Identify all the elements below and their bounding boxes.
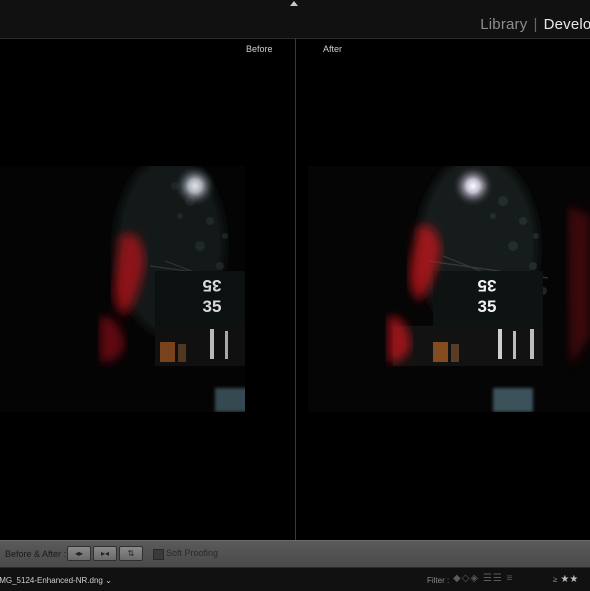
soft-proofing-label: Soft Proofing [166, 548, 219, 558]
filmstrip-bar: IMG_5124-Enhanced-NR.dng ⌄ Filter : ◆◇◈ … [0, 567, 590, 591]
swap-icon: ⇅ [127, 549, 135, 558]
before-photo-image: 35 35 [0, 166, 245, 412]
before-after-divider [295, 39, 296, 540]
module-picker: Library | Develop [480, 16, 590, 33]
chevron-down-icon: ⌄ [105, 576, 112, 585]
before-label: Before [246, 44, 273, 54]
filename-text: IMG_5124-Enhanced-NR.dng [0, 576, 103, 585]
swap-before-after-button[interactable]: ⇅ [119, 546, 143, 561]
soft-proofing-checkbox[interactable] [153, 549, 164, 560]
after-sign-number-top: 35 [478, 276, 497, 295]
module-library[interactable]: Library [480, 16, 527, 33]
filter-label: Filter : [427, 576, 450, 585]
before-after-label: Before & After : [5, 549, 67, 559]
after-photo-image: 35 35 [308, 166, 590, 412]
copy-before-to-after-button[interactable]: ◂▸ [67, 546, 91, 561]
collapse-top-panel-arrow-icon[interactable] [290, 1, 298, 6]
arrow-left-icon: ◂▸ [74, 549, 84, 558]
module-develop[interactable]: Develop [544, 16, 590, 33]
copy-after-to-before-button[interactable]: ▸◂ [93, 546, 117, 561]
after-sign-number-bottom: 35 [478, 297, 497, 316]
filter-flag-icons[interactable]: ◆◇◈ ☰☰ ≡ [453, 573, 513, 584]
before-photo[interactable]: 35 35 [0, 166, 245, 412]
module-separator: | [533, 16, 538, 33]
after-label: After [323, 44, 343, 54]
arrow-right-icon: ▸◂ [100, 549, 110, 558]
after-photo[interactable]: 35 35 [308, 166, 590, 412]
module-picker-bar: Library | Develop [0, 0, 590, 39]
star-icon: ★★ [560, 574, 579, 585]
toolbar: Before & After : ◂▸ ▸◂ ⇅ Soft Proofing [0, 540, 590, 567]
rating-filter[interactable]: ≥ ★★ [553, 574, 578, 585]
rating-operator: ≥ [553, 575, 558, 584]
filename-dropdown[interactable]: IMG_5124-Enhanced-NR.dng ⌄ [0, 576, 112, 585]
